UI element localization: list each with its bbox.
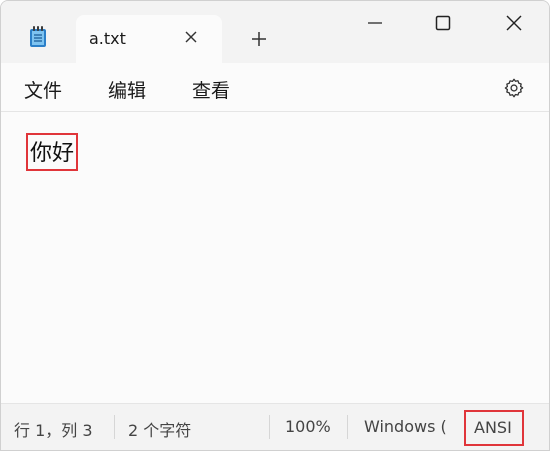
encoding-highlight[interactable]: ANSI: [464, 410, 524, 446]
menu-file[interactable]: 文件: [24, 76, 62, 103]
zoom-level[interactable]: 100%: [285, 417, 331, 436]
gear-icon[interactable]: [503, 77, 525, 99]
maximize-icon[interactable]: [433, 13, 453, 33]
status-bar: 行 1，列 3 2 个字符 100% Windows ( ANSI: [1, 403, 549, 450]
encoding-label: ANSI: [474, 418, 512, 437]
title-bar[interactable]: a.txt: [1, 1, 549, 63]
minimize-icon[interactable]: [365, 13, 385, 33]
tab-a-txt[interactable]: a.txt: [76, 15, 222, 63]
status-divider: [114, 415, 115, 439]
line-ending[interactable]: Windows (: [364, 417, 447, 436]
close-icon[interactable]: [182, 28, 200, 46]
notepad-window: a.txt 文件 编辑 查看 你好 行 1，列 3 2 个字符 100% Win…: [0, 0, 550, 451]
editor-content: 你好: [26, 133, 79, 171]
window-close-icon[interactable]: [504, 13, 524, 33]
menu-view[interactable]: 查看: [192, 76, 230, 103]
tab-title: a.txt: [89, 29, 126, 48]
status-divider: [347, 415, 348, 439]
menu-bar: 文件 编辑 查看: [1, 63, 549, 112]
cursor-position: 行 1，列 3: [14, 421, 93, 440]
menu-edit[interactable]: 编辑: [108, 76, 146, 103]
status-divider: [269, 415, 270, 439]
notepad-icon: [30, 26, 46, 47]
plus-icon[interactable]: [250, 30, 268, 48]
text-editor[interactable]: 你好: [1, 112, 549, 403]
character-count: 2 个字符: [128, 421, 192, 440]
